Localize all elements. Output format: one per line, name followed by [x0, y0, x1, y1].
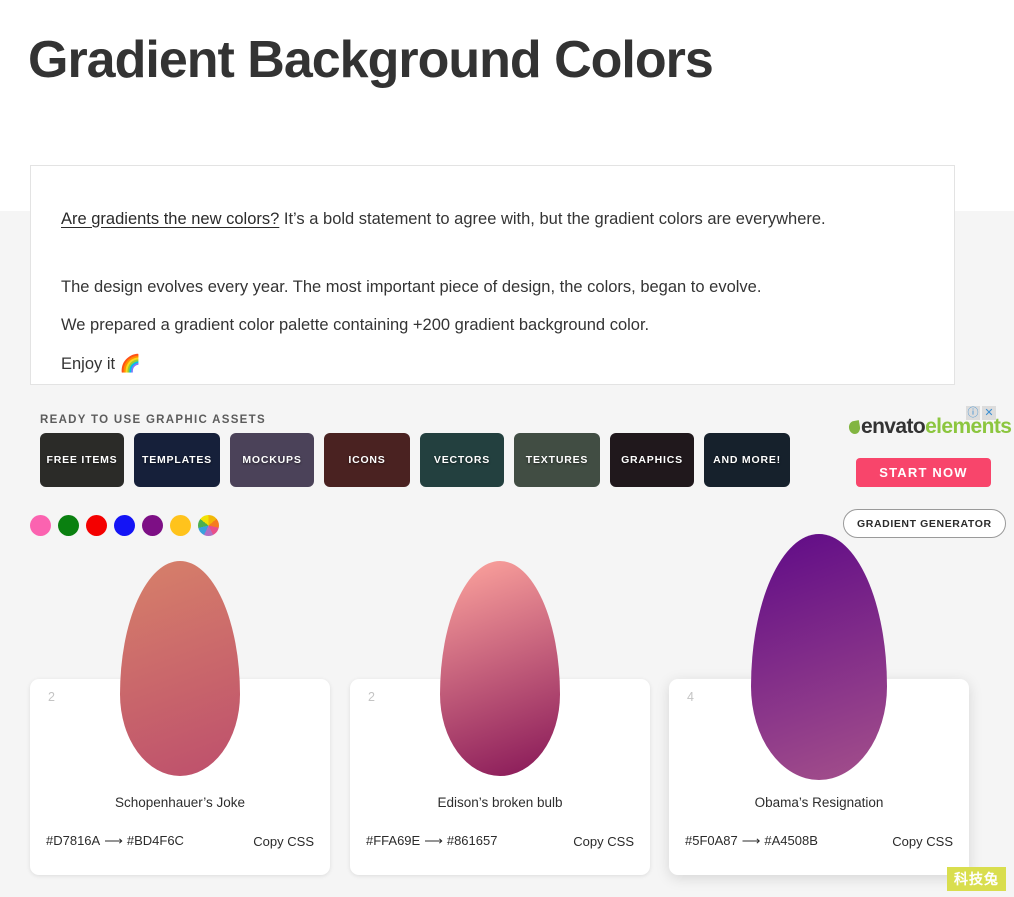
- adchoices-controls[interactable]: ⓘ ✕: [966, 406, 996, 420]
- card-footer: #FFA69E ⟶ #861657 Copy CSS: [366, 833, 634, 849]
- close-icon[interactable]: ✕: [982, 406, 996, 420]
- arrow-right-icon: ⟶: [424, 833, 443, 848]
- gradient-hex-to: #A4508B: [764, 833, 818, 848]
- intro-paragraph-1: Are gradients the new colors? It’s a bol…: [61, 207, 921, 233]
- page-title: Gradient Background Colors: [28, 30, 714, 89]
- start-now-button[interactable]: START NOW: [856, 458, 991, 487]
- gradient-card[interactable]: 2 Schopenhauer’s Joke #D7816A ⟶ #BD4F6C Copy …: [30, 561, 330, 875]
- color-filter-swatches: [30, 515, 219, 536]
- intro-paragraph-4: Enjoy it 🌈: [61, 351, 921, 378]
- gradient-card[interactable]: 4 Obama’s Resignation #5F0A87 ⟶ #A4508B Copy …: [669, 534, 969, 875]
- ad-tile-vectors[interactable]: VECTORS: [420, 433, 504, 487]
- gradient-hex-to: #861657: [446, 833, 498, 848]
- enjoy-text: Enjoy it: [61, 354, 120, 373]
- copy-css-button[interactable]: Copy CSS: [892, 834, 953, 849]
- ad-tile-label: TEMPLATES: [141, 454, 212, 466]
- card-index-badge: 2: [48, 690, 55, 704]
- ad-tile-templates[interactable]: TEMPLATES: [134, 433, 220, 487]
- ad-tile-and-more[interactable]: AND MORE!: [704, 433, 790, 487]
- intro-paragraph-1-rest: It’s a bold statement to agree with, but…: [279, 209, 826, 228]
- arrow-right-icon: ⟶: [104, 833, 123, 848]
- ad-tile-label: FREE ITEMS: [46, 454, 118, 466]
- gradient-hex-to: #BD4F6C: [126, 833, 184, 848]
- intro-panel: Are gradients the new colors? It’s a bol…: [30, 165, 955, 385]
- gradient-name: Edison’s broken bulb: [437, 795, 563, 810]
- gradient-card[interactable]: 2 Edison’s broken bulb #FFA69E ⟶ #861657 Copy…: [350, 561, 650, 875]
- adchoices-info-icon[interactable]: ⓘ: [966, 406, 980, 420]
- intro-paragraph-2: The design evolves every year. The most …: [61, 277, 762, 296]
- gradient-hex-pair: #FFA69E ⟶ #861657: [366, 833, 497, 849]
- gradient-name: Schopenhauer’s Joke: [114, 795, 246, 810]
- card-index-badge: 4: [687, 690, 694, 704]
- rainbow-icon: 🌈: [119, 353, 141, 373]
- ad-tile-graphics[interactable]: GRAPHICS: [610, 433, 694, 487]
- card-footer: #D7816A ⟶ #BD4F6C Copy CSS: [46, 833, 314, 849]
- leaf-icon: [847, 420, 862, 435]
- color-filter-purple[interactable]: [142, 515, 163, 536]
- copy-css-button[interactable]: Copy CSS: [253, 834, 314, 849]
- ad-tile-label: ICONS: [348, 454, 386, 466]
- color-filter-pink[interactable]: [30, 515, 51, 536]
- ad-tile-label: MOCKUPS: [242, 454, 302, 466]
- ad-tile-label: TEXTURES: [525, 454, 589, 466]
- copy-css-button[interactable]: Copy CSS: [573, 834, 634, 849]
- ad-tile-label: VECTORS: [433, 454, 491, 466]
- watermark-badge: 科技兔: [947, 867, 1006, 891]
- ad-tile-mockups[interactable]: MOCKUPS: [230, 433, 314, 487]
- card-footer: #5F0A87 ⟶ #A4508B Copy CSS: [685, 833, 953, 849]
- ad-tile-icons[interactable]: ICONS: [324, 433, 410, 487]
- arrow-right-icon: ⟶: [741, 833, 761, 848]
- ad-tile-label: GRAPHICS: [621, 454, 683, 466]
- color-filter-blue[interactable]: [114, 515, 135, 536]
- color-filter-multicolor[interactable]: [198, 515, 219, 536]
- gradient-hex-from: #5F0A87: [685, 833, 738, 848]
- color-filter-yellow[interactable]: [170, 515, 191, 536]
- ad-tile-label: AND MORE!: [713, 454, 781, 466]
- ad-tile-textures[interactable]: TEXTURES: [514, 433, 600, 487]
- intro-paragraph-3: We prepared a gradient color palette con…: [61, 315, 650, 334]
- gradients-new-colors-link[interactable]: Are gradients the new colors?: [61, 210, 279, 228]
- gradient-hex-pair: #5F0A87 ⟶ #A4508B: [685, 833, 818, 849]
- gradient-generator-button[interactable]: GRADIENT GENERATOR: [843, 509, 1006, 538]
- gradient-hex-from: #D7816A: [46, 833, 101, 848]
- gradient-name: Obama’s Resignation: [754, 795, 884, 810]
- color-filter-red[interactable]: [86, 515, 107, 536]
- color-filter-green[interactable]: [58, 515, 79, 536]
- ad-tile-free-items[interactable]: FREE ITEMS: [40, 433, 124, 487]
- gradient-hex-pair: #D7816A ⟶ #BD4F6C: [46, 833, 184, 849]
- gradient-hex-from: #FFA69E: [366, 833, 421, 848]
- ad-heading: READY TO USE GRAPHIC ASSETS: [40, 414, 266, 426]
- envato-brand-first: envato: [861, 415, 926, 438]
- card-index-badge: 2: [368, 690, 375, 704]
